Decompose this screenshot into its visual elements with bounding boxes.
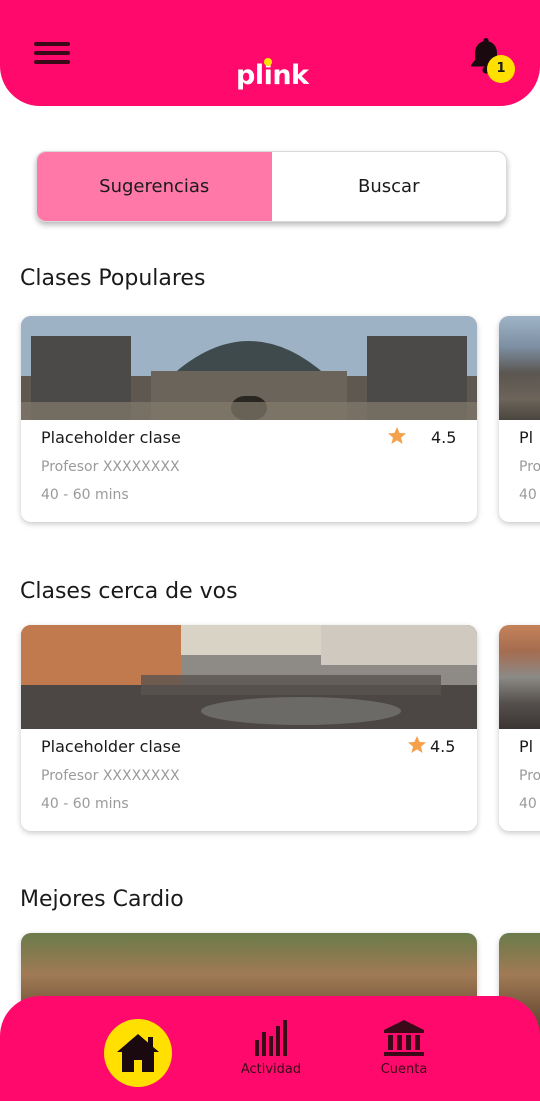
class-image — [21, 316, 477, 420]
star-icon — [408, 736, 426, 753]
segmented-control: Sugerencias Buscar — [36, 151, 507, 222]
home-icon[interactable] — [104, 1019, 172, 1087]
section-title-nearby: Clases cerca de vos — [20, 579, 238, 604]
class-rating: 4.5 — [430, 737, 456, 756]
app-logo: plink — [236, 60, 309, 91]
nav-item-actividad[interactable]: Actividad — [226, 1014, 316, 1084]
section-title-cardio: Mejores Cardio — [20, 887, 184, 912]
class-card[interactable]: Placeholder clase 4.5 Profesor XXXXXXXX … — [21, 625, 477, 831]
class-image — [499, 625, 540, 729]
class-image — [21, 625, 477, 729]
nearby-classes-row: Placeholder clase 4.5 Profesor XXXXXXXX … — [0, 625, 540, 835]
class-teacher: Pro — [519, 459, 540, 475]
popular-classes-row: Placeholder clase 4.5 Profesor XXXXXXXX … — [0, 316, 540, 526]
tab-buscar[interactable]: Buscar — [272, 152, 507, 221]
section-title-popular: Clases Populares — [20, 266, 206, 291]
notification-badge: 1 — [487, 55, 515, 83]
class-title: Placeholder clase — [41, 428, 181, 447]
class-teacher: Pro — [519, 768, 540, 784]
class-duration: 40 — [519, 487, 537, 503]
bar-chart-icon — [255, 1020, 287, 1056]
class-title: Pl — [519, 428, 534, 447]
nav-item-cuenta[interactable]: Cuenta — [359, 1014, 449, 1084]
class-rating: 4.5 — [431, 428, 457, 447]
class-teacher: Profesor XXXXXXXX — [41, 768, 180, 784]
class-card-peek[interactable]: Pl Pro 40 — [499, 625, 540, 831]
hamburger-menu-icon[interactable] — [34, 40, 72, 68]
class-duration: 40 - 60 mins — [41, 487, 129, 503]
logo-dot — [264, 58, 272, 66]
class-card-peek[interactable]: Pl Pro 40 — [499, 316, 540, 522]
class-duration: 40 — [519, 796, 537, 812]
bank-icon — [384, 1020, 424, 1056]
class-title: Pl — [519, 737, 534, 756]
class-teacher: Profesor XXXXXXXX — [41, 459, 180, 475]
star-icon — [388, 427, 406, 444]
class-title: Placeholder clase — [41, 737, 181, 756]
bottom-nav-bar: Actividad Cuenta — [0, 996, 540, 1101]
nav-label-cuenta: Cuenta — [380, 1062, 428, 1077]
class-card[interactable]: Placeholder clase 4.5 Profesor XXXXXXXX … — [21, 316, 477, 522]
nav-label-actividad: Actividad — [240, 1062, 302, 1077]
class-duration: 40 - 60 mins — [41, 796, 129, 812]
class-image — [499, 316, 540, 420]
tab-sugerencias[interactable]: Sugerencias — [37, 152, 272, 221]
app-header: plink 1 — [0, 0, 540, 106]
